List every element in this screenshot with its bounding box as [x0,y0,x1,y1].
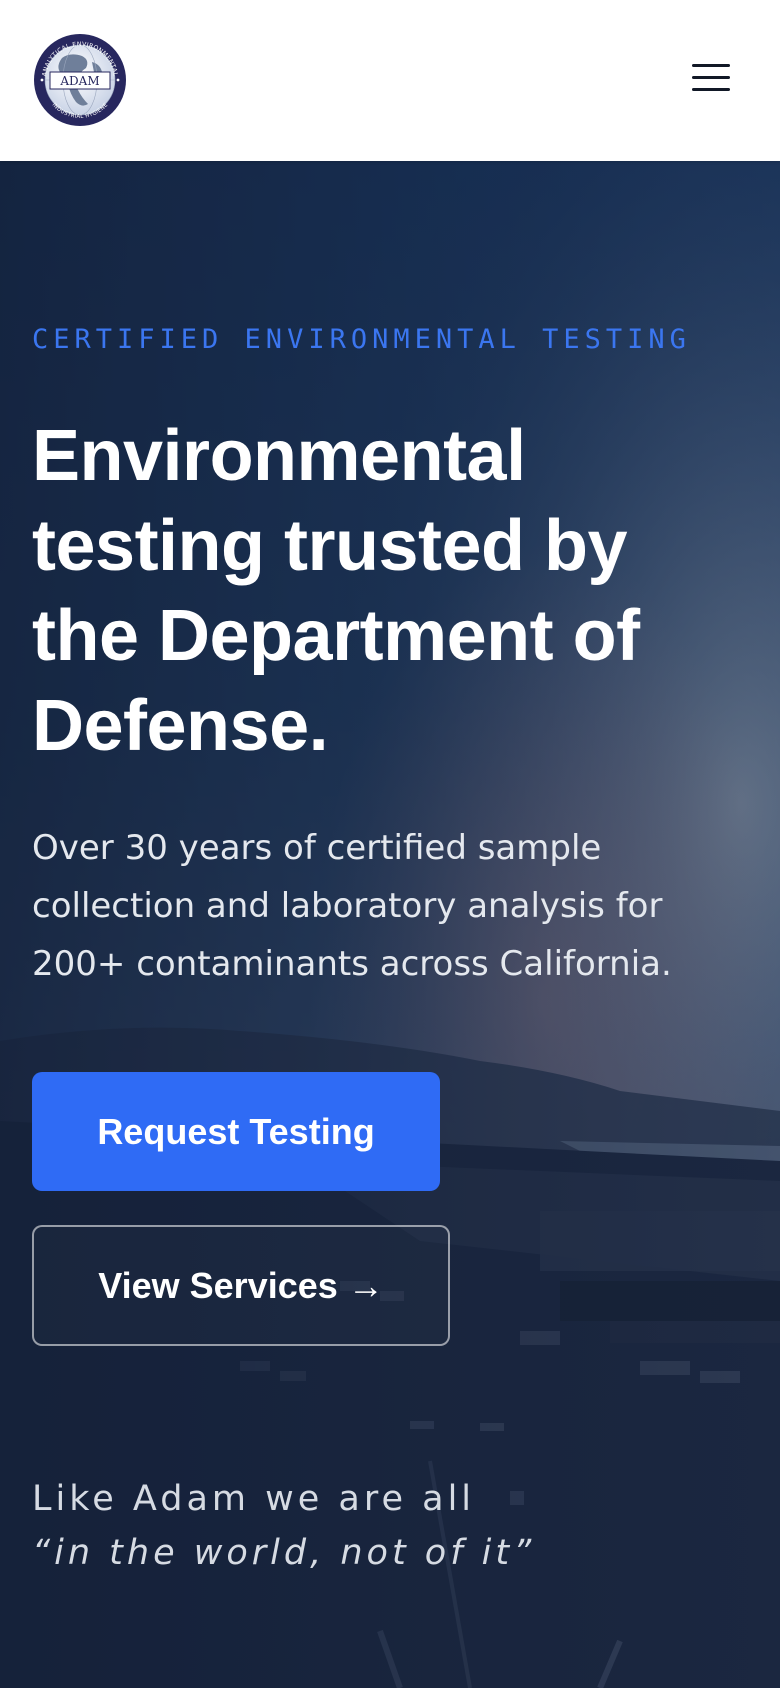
request-testing-button[interactable]: Request Testing [32,1072,440,1191]
hamburger-menu-icon[interactable] [692,62,730,94]
site-header: ADAM ANALYTICAL ENVIRONMENTAL INDUSTRIAL… [0,0,780,161]
view-services-button[interactable]: View Services → [32,1225,450,1346]
hero-eyebrow: CERTIFIED ENVIRONMENTAL TESTING [32,324,691,355]
hero-section: CERTIFIED ENVIRONMENTAL TESTING Environm… [0,161,780,1688]
company-logo[interactable]: ADAM ANALYTICAL ENVIRONMENTAL INDUSTRIAL… [32,32,128,128]
motto-line-1: Like Adam we are all [32,1479,476,1519]
menu-bar-middle [692,76,730,79]
menu-bar-top [692,64,730,67]
menu-bar-bottom [692,88,730,91]
page: ADAM ANALYTICAL ENVIRONMENTAL INDUSTRIAL… [0,0,780,1688]
hero-headline: Environmental testing trusted by the Dep… [32,416,640,766]
hero-subtext: Over 30 years of certified sample collec… [32,828,672,984]
motto-line-2: “in the world, not of it” [32,1533,536,1573]
logo-emblem-icon: ADAM ANALYTICAL ENVIRONMENTAL INDUSTRIAL… [34,34,126,126]
logo-center-text: ADAM [59,74,99,88]
